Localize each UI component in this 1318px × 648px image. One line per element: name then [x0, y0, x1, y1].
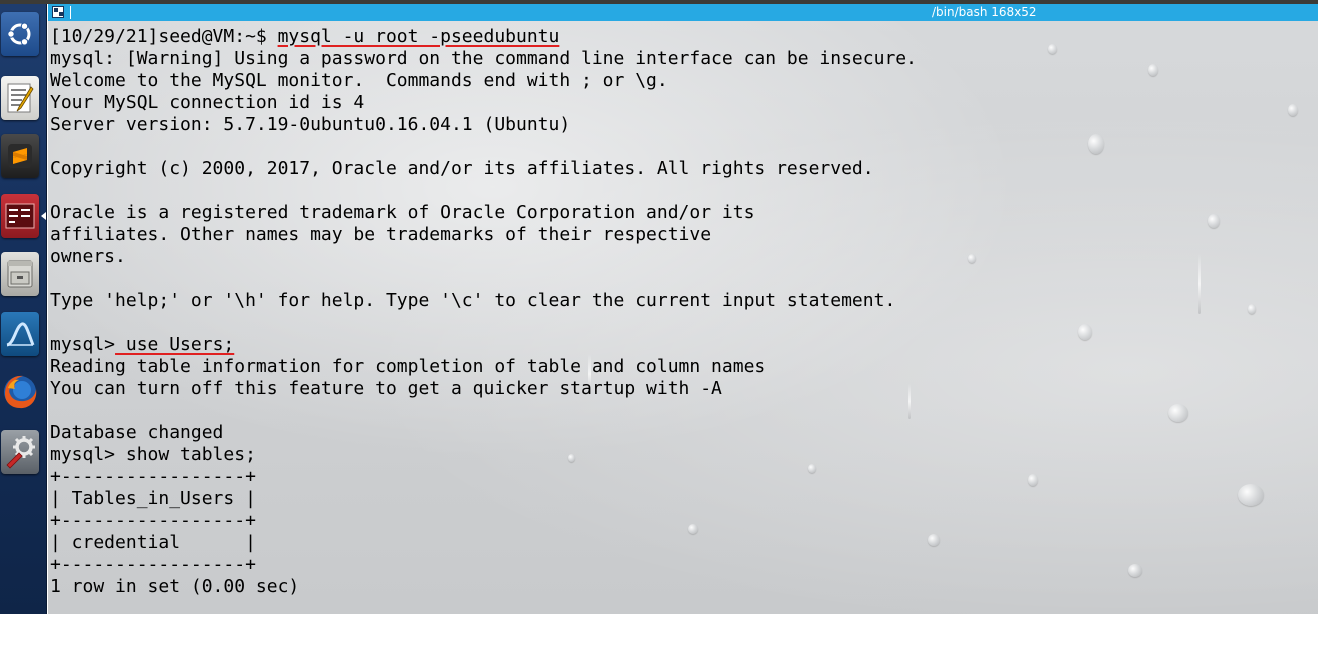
raindrop [968, 254, 976, 263]
terminal-icon [1, 194, 39, 238]
terminal-line: Welcome to the MySQL monitor. Commands e… [50, 70, 917, 92]
active-app-indicator-icon [41, 212, 46, 220]
terminal-line: | credential | [50, 532, 917, 554]
terminal-line: Type 'help;' or '\h' for help. Type '\c'… [50, 290, 917, 312]
launcher-item-dash[interactable] [0, 8, 40, 60]
terminal-line: Server version: 5.7.19-0ubuntu0.16.04.1 … [50, 114, 917, 136]
raindrop [1248, 304, 1256, 314]
typed-command: use Users; [115, 334, 235, 355]
shell-prompt: mysql> [50, 334, 116, 355]
launcher-item-files[interactable] [0, 248, 40, 300]
launcher-item-settings[interactable] [0, 426, 40, 478]
output-text: +-----------------+ [50, 554, 256, 575]
window-title: /bin/bash 168x52 [932, 5, 1037, 19]
launcher-item-sublime[interactable] [0, 130, 40, 182]
bottom-blank-area [0, 614, 1318, 648]
launcher-item-wireshark[interactable] [0, 308, 40, 360]
raindrop [1128, 564, 1142, 577]
output-text: Server version: 5.7.19-0ubuntu0.16.04.1 … [50, 114, 571, 135]
launcher-item-firefox[interactable] [0, 366, 40, 418]
output-text: mysql> show tables; [50, 444, 256, 465]
file-cabinet-icon [1, 252, 39, 296]
text-editor-icon [1, 76, 39, 120]
terminal-line: owners. [50, 246, 917, 268]
output-text: 1 row in set (0.00 sec) [50, 576, 300, 597]
output-text: Oracle is a registered trademark of Orac… [50, 202, 755, 223]
output-text: mysql: [Warning] Using a password on the… [50, 48, 917, 69]
raindrop [1078, 324, 1092, 340]
raindrop [1168, 404, 1188, 422]
raindrop [1028, 474, 1038, 486]
terminal-line: +-----------------+ [50, 510, 917, 532]
raindrop [1148, 64, 1158, 76]
raindrop [1208, 214, 1220, 228]
launcher-item-text-editor[interactable] [0, 72, 40, 124]
terminal-line: mysql> use Users; [50, 334, 917, 356]
terminal-line: You can turn off this feature to get a q… [50, 378, 917, 400]
terminal-line: Copyright (c) 2000, 2017, Oracle and/or … [50, 158, 917, 180]
raindrop [928, 534, 940, 546]
terminal-line: mysql: [Warning] Using a password on the… [50, 48, 917, 70]
terminal-line: Database changed [50, 422, 917, 444]
launcher-item-terminal[interactable] [0, 190, 40, 242]
output-text: You can turn off this feature to get a q… [50, 378, 722, 399]
terminal-pane-icon[interactable] [52, 6, 64, 18]
raindrop [1238, 484, 1264, 506]
output-text: affiliates. Other names may be trademark… [50, 224, 712, 245]
output-text: | Tables_in_Users | [50, 488, 256, 509]
typed-command: mysql -u root -pseedubuntu [277, 26, 560, 47]
launcher-sidebar [0, 4, 47, 614]
firefox-icon [1, 370, 39, 414]
terminal-line: 1 row in set (0.00 sec) [50, 576, 917, 598]
output-text: +-----------------+ [50, 466, 256, 487]
output-text: +-----------------+ [50, 510, 256, 531]
terminal-line: +-----------------+ [50, 554, 917, 576]
output-text: | credential | [50, 532, 256, 553]
output-text: Type 'help;' or '\h' for help. Type '\c'… [50, 290, 896, 311]
wireshark-icon [1, 312, 39, 356]
output-text: Your MySQL connection id is 4 [50, 92, 365, 113]
terminal-line: Oracle is a registered trademark of Orac… [50, 202, 917, 224]
ubuntu-logo-icon [1, 12, 39, 56]
output-text: Database changed [50, 422, 224, 443]
rain-streak [1198, 254, 1201, 314]
shell-prompt: [10/29/21]seed@VM:~$ [50, 26, 278, 47]
output-text: Welcome to the MySQL monitor. Commands e… [50, 70, 668, 91]
output-text: Copyright (c) 2000, 2017, Oracle and/or … [50, 158, 874, 179]
terminal-line: | Tables_in_Users | [50, 488, 917, 510]
terminal-line: +-----------------+ [50, 466, 917, 488]
settings-icon [1, 430, 39, 474]
terminal-line: [10/29/21]seed@VM:~$ mysql -u root -psee… [50, 26, 917, 48]
terminal-line: Reading table information for completion… [50, 356, 917, 378]
raindrop [1288, 104, 1298, 116]
terminal-line: mysql> show tables; [50, 444, 917, 466]
raindrop [1088, 134, 1104, 154]
titlebar-divider [70, 6, 71, 19]
sublime-text-icon [1, 134, 39, 178]
output-text: owners. [50, 246, 126, 267]
terminal-line: affiliates. Other names may be trademark… [50, 224, 917, 246]
terminal-window[interactable]: /bin/bash 168x52 [10/29/21]seed@VM:~$ my… [48, 4, 1318, 614]
output-text: Reading table information for completion… [50, 356, 766, 377]
terminal-output[interactable]: [10/29/21]seed@VM:~$ mysql -u root -psee… [50, 26, 917, 598]
raindrop [1048, 44, 1057, 54]
terminal-titlebar[interactable]: /bin/bash 168x52 [48, 4, 1318, 21]
terminal-line: Your MySQL connection id is 4 [50, 92, 917, 114]
